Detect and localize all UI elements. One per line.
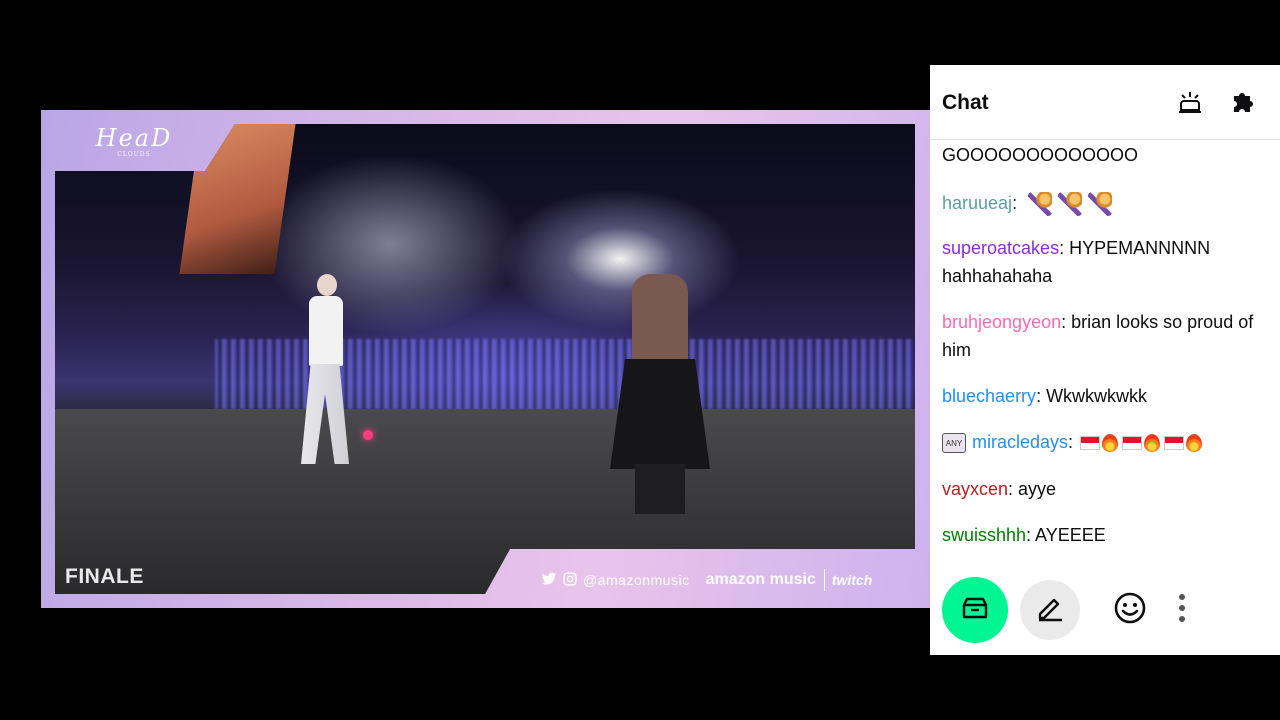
emote-button[interactable] — [1100, 580, 1160, 640]
more-icon — [1178, 593, 1186, 628]
twitter-icon — [541, 572, 557, 589]
chat-message-list[interactable]: GOOOOOOOOOOOOO haruueaj: superoatcakes: … — [930, 141, 1280, 566]
chat-username[interactable]: superoatcakes — [942, 238, 1059, 258]
chat-username[interactable]: vayxcen — [942, 479, 1008, 499]
chat-message: ANY miracledays: — [942, 428, 1262, 456]
chat-username[interactable]: haruueaj — [942, 193, 1012, 213]
flag-emote[interactable] — [1122, 436, 1143, 451]
extensions-icon[interactable] — [1227, 85, 1261, 119]
performer-left — [295, 274, 355, 464]
fire-emote[interactable] — [1144, 434, 1161, 453]
chat-footer — [930, 565, 1280, 655]
twitch-logo: twitch — [831, 572, 873, 588]
flag-emote[interactable] — [1164, 436, 1185, 451]
instagram-icon — [563, 571, 577, 589]
brand-divider — [823, 569, 825, 591]
video-scene — [55, 124, 915, 594]
chat-message: bluechaerry: Wkwkwkwkk — [942, 382, 1262, 410]
segment-label: FINALE — [65, 565, 144, 588]
chat-message: GOOOOOOOOOOOOO — [942, 141, 1262, 169]
mic-emote[interactable] — [1058, 192, 1083, 217]
logo-sub-text: CLOUDS — [117, 151, 151, 158]
message-text: GOOOOOOOOOOOOO — [942, 145, 1139, 165]
chat-message: superoatcakes: HYPEMANNNNN hahhahahaha — [942, 234, 1262, 290]
chat-title: Chat — [942, 91, 989, 114]
chat-username[interactable]: bruhjeongyeon — [942, 312, 1061, 332]
social-handle: @amazonmusic — [583, 572, 690, 588]
chat-username[interactable]: miracledays — [972, 432, 1068, 452]
highlight-icon[interactable] — [1173, 85, 1207, 119]
chat-panel: Chat GOOOOOOOOOOOOO haruueaj: superoatca… — [930, 65, 1280, 655]
emote-icon — [1113, 591, 1147, 630]
drops-button[interactable] — [942, 577, 1008, 643]
video-player[interactable]: HeaD CLOUDS FINALE @amazonmusic amazon m… — [41, 110, 930, 608]
brand-bar: @amazonmusic amazon music twitch — [541, 568, 872, 592]
mic-emote[interactable] — [1028, 192, 1053, 217]
mic-emote[interactable] — [1088, 192, 1113, 217]
fire-emote[interactable] — [1186, 434, 1203, 453]
flag-emote[interactable] — [1080, 436, 1101, 451]
chat-header: Chat — [930, 65, 1280, 140]
show-logo: HeaD CLOUDS — [79, 125, 189, 165]
chat-username[interactable]: swuisshhh — [942, 525, 1026, 545]
performer-right — [610, 274, 710, 514]
chat-message: haruueaj: — [942, 189, 1262, 217]
edit-icon — [1035, 594, 1065, 627]
message-text: : ayye — [1008, 479, 1057, 499]
fire-emote[interactable] — [1102, 434, 1119, 453]
logo-main-text: HeaD — [95, 124, 173, 152]
mic-light — [363, 430, 373, 440]
message-text: : — [1012, 193, 1018, 213]
edit-button[interactable] — [1020, 580, 1080, 640]
chat-message: vayxcen: ayye — [942, 475, 1262, 503]
amazon-music-logo: amazon music — [705, 571, 816, 588]
more-button[interactable] — [1165, 580, 1199, 640]
message-text: : AYEEEE — [1026, 525, 1106, 545]
speaker-stack — [179, 124, 296, 274]
chat-message: swuisshhh: AYEEEE — [942, 521, 1262, 549]
chat-username[interactable]: bluechaerry — [942, 386, 1036, 406]
stage-floor — [55, 409, 915, 594]
drops-icon — [961, 596, 989, 625]
message-text: : Wkwkwkwkk — [1036, 386, 1148, 406]
message-text: : — [1068, 432, 1074, 452]
chat-message: bruhjeongyeon: brian looks so proud of h… — [942, 308, 1262, 364]
chat-badge[interactable]: ANY — [942, 433, 966, 454]
